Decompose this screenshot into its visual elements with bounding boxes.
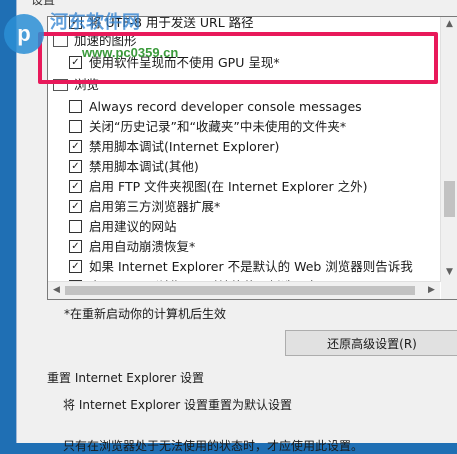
checkbox-checked-icon[interactable]: ✓	[69, 180, 82, 193]
reset-group-title: 重置 Internet Explorer 设置	[47, 371, 205, 385]
setting-label: 启用 FTP 文件夹视图(在 Internet Explorer 之外)	[89, 179, 368, 194]
setting-label: 启用第三方浏览器扩展*	[89, 199, 221, 214]
setting-label: 禁用脚本调试(其他)	[89, 159, 199, 174]
scroll-right-icon[interactable]: ▶	[423, 285, 440, 295]
settings-label: 设置	[31, 0, 56, 7]
reset-group-description: 将 Internet Explorer 设置重置为默认设置	[63, 398, 293, 412]
setting-label: 启用建议的网站	[89, 219, 177, 234]
setting-checkbox-row[interactable]: ✓ 禁用脚本调试(Internet Explorer)	[69, 137, 279, 157]
watermark-logo-icon: p	[4, 14, 44, 54]
watermark-url: www.pc0359.cn	[82, 45, 179, 60]
checkbox-unchecked-icon[interactable]	[69, 120, 82, 133]
checkbox-unchecked-icon[interactable]	[69, 100, 82, 113]
reset-warning-text: 只有在浏览器处于无法使用的状态时，才应使用此设置。	[63, 439, 364, 453]
setting-checkbox-row[interactable]: ✓ 启用自动崩溃恢复*	[69, 237, 195, 257]
setting-checkbox-row[interactable]: Always record developer console messages	[69, 97, 362, 117]
setting-checkbox-row[interactable]: ✓ 如果 Internet Explorer 不是默认的 Web 浏览器则告诉我	[69, 257, 413, 277]
horizontal-scrollbar[interactable]: ◀ ▶	[48, 281, 440, 299]
setting-checkbox-row[interactable]: 启用建议的网站	[69, 217, 177, 237]
checkbox-checked-icon[interactable]: ✓	[69, 260, 82, 273]
scrollbar-corner	[441, 282, 457, 299]
reset-advanced-settings-button[interactable]: 还原高级设置(R)	[285, 330, 457, 356]
checkbox-checked-icon[interactable]: ✓	[69, 160, 82, 173]
scroll-down-icon[interactable]: ▼	[441, 267, 457, 277]
setting-label: 启用自动崩溃恢复*	[89, 239, 196, 254]
vertical-scrollbar[interactable]: ▲ ▼	[440, 17, 457, 282]
checkbox-checked-icon[interactable]: ✓	[69, 200, 82, 213]
watermark-site-name: 河东软件网	[50, 12, 140, 32]
setting-checkbox-row[interactable]: 关闭“历史记录”和“收藏夹”中未使用的文件夹*	[69, 117, 346, 137]
horizontal-scroll-thumb[interactable]	[65, 286, 415, 295]
setting-label: 禁用脚本调试(Internet Explorer)	[89, 139, 280, 154]
scroll-up-icon[interactable]: ▲	[441, 19, 457, 29]
setting-label: 关闭“历史记录”和“收藏夹”中未使用的文件夹*	[89, 119, 347, 134]
checkbox-checked-icon[interactable]: ✓	[69, 240, 82, 253]
setting-checkbox-row[interactable]: ✓ 禁用脚本调试(其他)	[69, 157, 199, 177]
restart-note: *在重新启动你的计算机后生效	[64, 307, 227, 321]
setting-checkbox-row[interactable]: ✓ 启用第三方浏览器扩展*	[69, 197, 220, 217]
checkbox-unchecked-icon[interactable]	[69, 220, 82, 233]
setting-label: Always record developer console messages	[89, 99, 362, 114]
scroll-left-icon[interactable]: ◀	[48, 285, 65, 295]
setting-checkbox-row[interactable]: ✓ 启用 FTP 文件夹视图(在 Internet Explorer 之外)	[69, 177, 367, 197]
checkbox-checked-icon[interactable]: ✓	[69, 140, 82, 153]
setting-label: 如果 Internet Explorer 不是默认的 Web 浏览器则告诉我	[89, 259, 413, 274]
vertical-scroll-thumb[interactable]	[444, 181, 455, 217]
